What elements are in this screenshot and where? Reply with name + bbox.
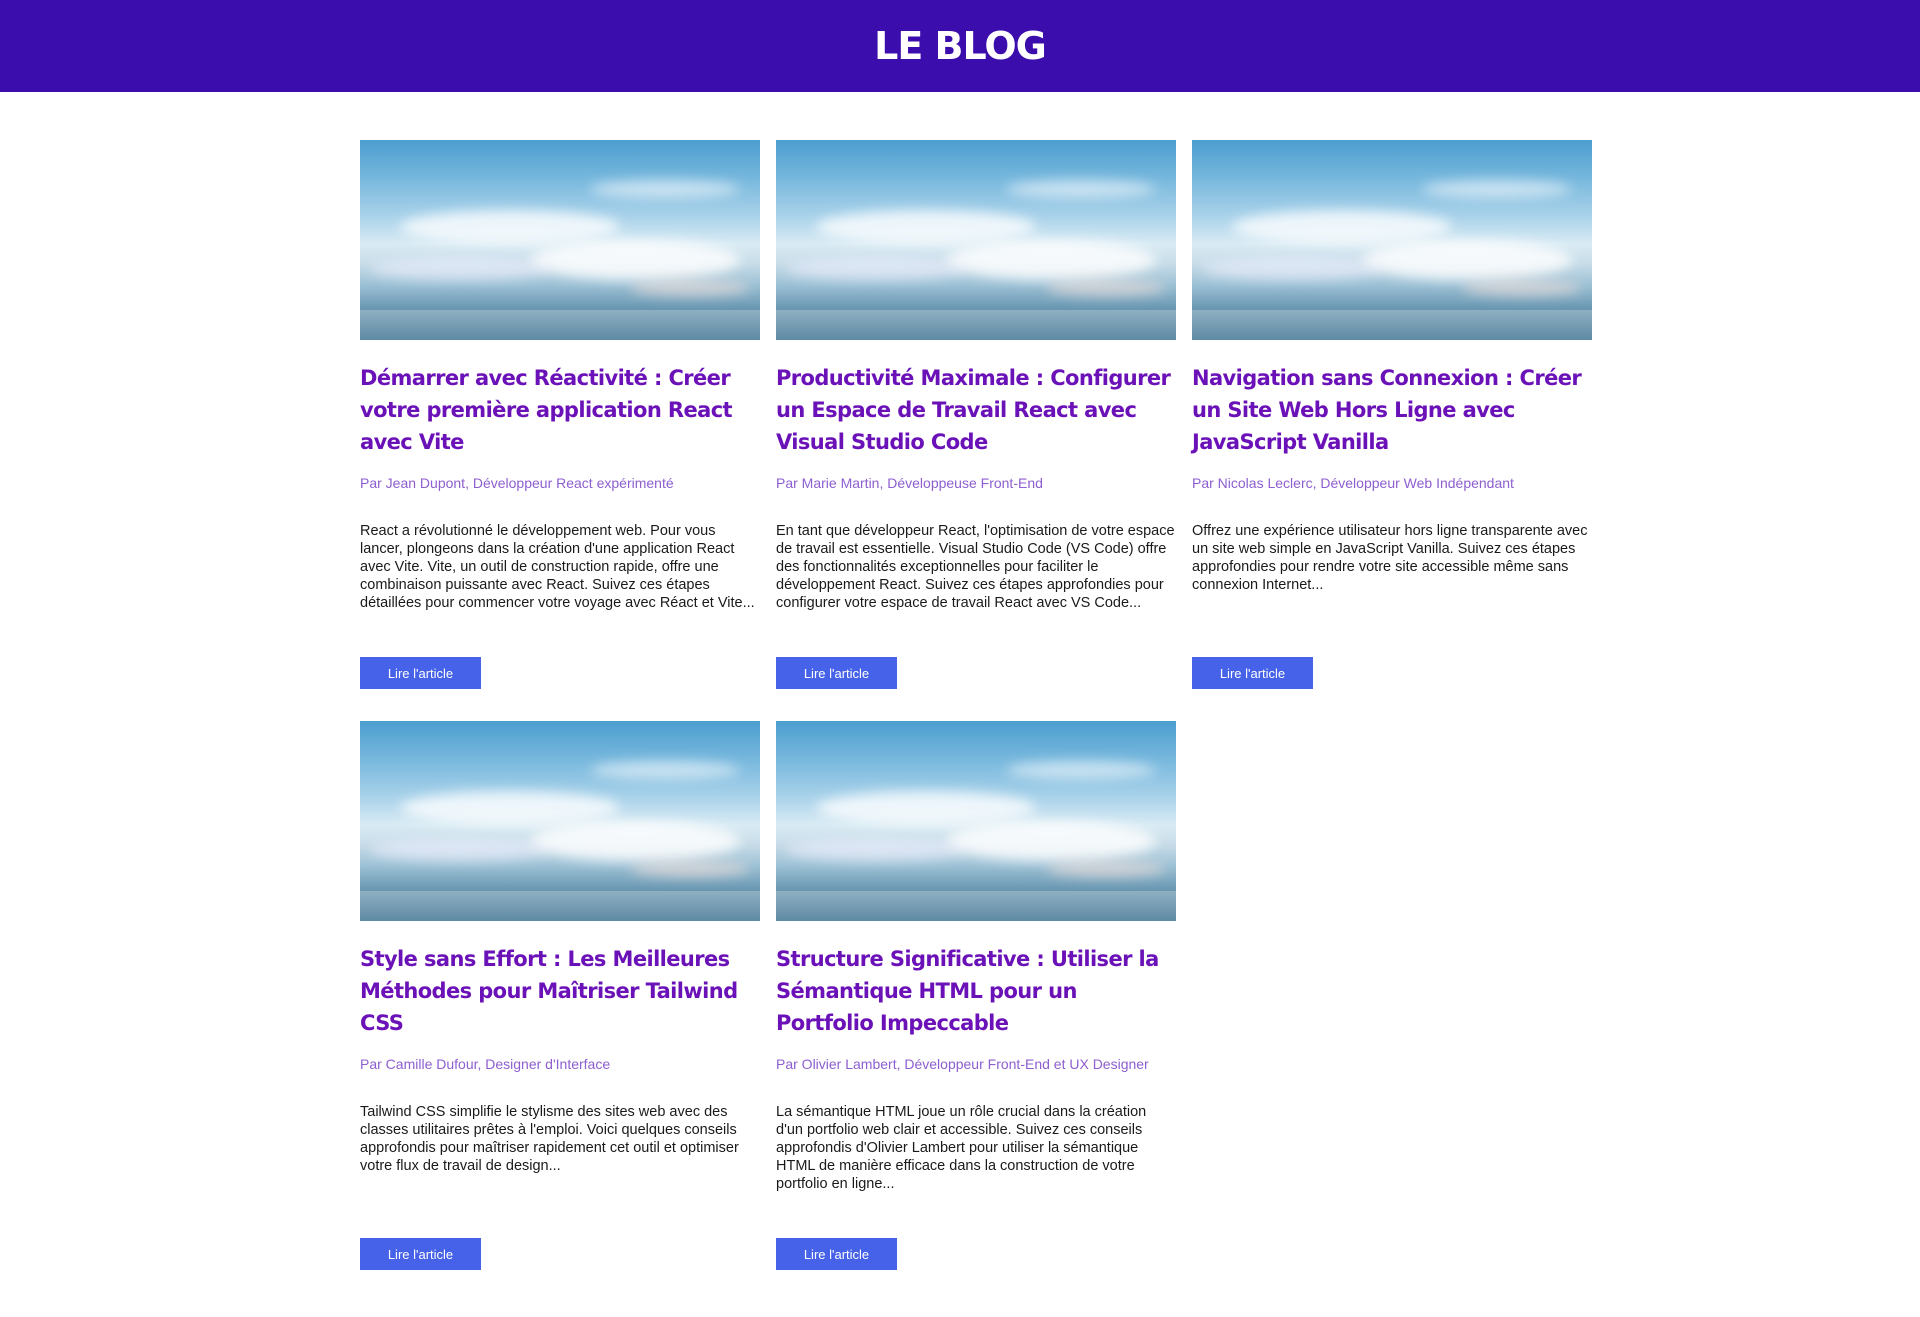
- article-title[interactable]: Navigation sans Connexion : Créer un Sit…: [1192, 362, 1592, 458]
- article-card: Style sans Effort : Les Meilleures Métho…: [360, 721, 760, 1270]
- article-card: Productivité Maximale : Configurer un Es…: [776, 140, 1176, 689]
- article-author: Par Camille Dufour, Designer d'Interface: [360, 1056, 611, 1072]
- article-author: Par Marie Martin, Développeuse Front-End: [776, 475, 1043, 491]
- article-image[interactable]: [776, 721, 1176, 921]
- read-article-button[interactable]: Lire l'article: [776, 1238, 897, 1270]
- article-card: Navigation sans Connexion : Créer un Sit…: [1192, 140, 1592, 689]
- read-article-button[interactable]: Lire l'article: [360, 1238, 481, 1270]
- read-article-button[interactable]: Lire l'article: [1192, 657, 1313, 689]
- article-image[interactable]: [776, 140, 1176, 340]
- site-header: LE BLOG: [0, 0, 1920, 92]
- read-article-button[interactable]: Lire l'article: [776, 657, 897, 689]
- article-card: Démarrer avec Réactivité : Créer votre p…: [360, 140, 760, 689]
- article-title[interactable]: Structure Significative : Utiliser la Sé…: [776, 943, 1176, 1039]
- article-image[interactable]: [360, 721, 760, 921]
- article-excerpt: Offrez une expérience utilisateur hors l…: [1192, 523, 1588, 593]
- article-excerpt: La sémantique HTML joue un rôle crucial …: [776, 1104, 1147, 1192]
- site-title: LE BLOG: [874, 24, 1047, 68]
- article-excerpt: React a révolutionné le développement we…: [360, 523, 755, 611]
- article-card: Structure Significative : Utiliser la Sé…: [776, 721, 1176, 1270]
- article-author: Par Olivier Lambert, Développeur Front-E…: [776, 1056, 1149, 1072]
- article-image[interactable]: [360, 140, 760, 340]
- read-article-button[interactable]: Lire l'article: [360, 657, 481, 689]
- article-grid: Démarrer avec Réactivité : Créer votre p…: [360, 140, 1592, 1270]
- article-title[interactable]: Style sans Effort : Les Meilleures Métho…: [360, 943, 760, 1039]
- article-author: Par Jean Dupont, Développeur React expér…: [360, 475, 674, 491]
- article-excerpt: Tailwind CSS simplifie le stylisme des s…: [360, 1104, 739, 1174]
- article-author: Par Nicolas Leclerc, Développeur Web Ind…: [1192, 475, 1514, 491]
- article-title[interactable]: Productivité Maximale : Configurer un Es…: [776, 362, 1176, 458]
- article-title[interactable]: Démarrer avec Réactivité : Créer votre p…: [360, 362, 760, 458]
- article-image[interactable]: [1192, 140, 1592, 340]
- article-excerpt: En tant que développeur React, l'optimis…: [776, 523, 1175, 611]
